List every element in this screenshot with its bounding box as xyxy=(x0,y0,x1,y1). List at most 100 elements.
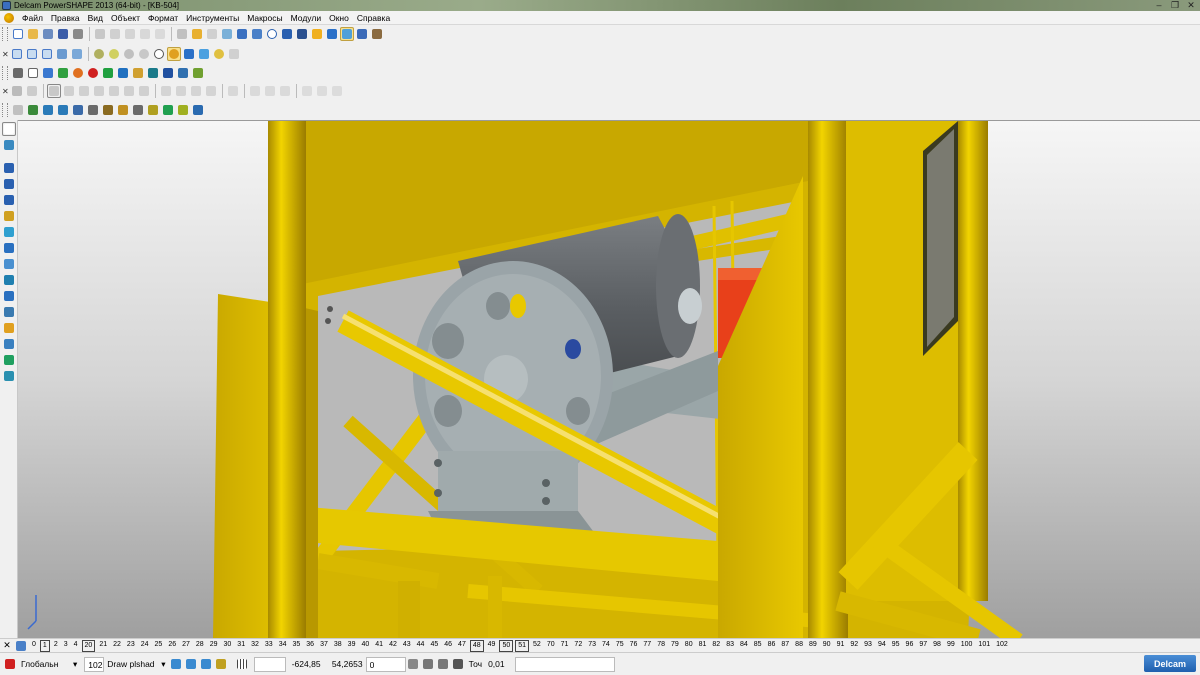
document-icon[interactable] xyxy=(26,66,40,80)
level-button[interactable]: 46 xyxy=(441,640,455,652)
level-button[interactable]: 24 xyxy=(138,640,152,652)
level-button[interactable]: 101 xyxy=(975,640,993,652)
level-button[interactable]: 76 xyxy=(627,640,641,652)
hand-icon[interactable] xyxy=(227,47,241,61)
level-name-select[interactable]: Draw plshad xyxy=(104,657,158,672)
solid-tool-icon[interactable] xyxy=(2,241,16,255)
paste-icon[interactable] xyxy=(123,27,137,41)
level-button[interactable]: 72 xyxy=(571,640,585,652)
toolbar-grip[interactable] xyxy=(2,103,8,117)
snap4-icon[interactable] xyxy=(214,657,228,671)
level-button[interactable]: 100 xyxy=(958,640,976,652)
assembly-icon[interactable] xyxy=(191,66,205,80)
level-button[interactable]: 45 xyxy=(427,640,441,652)
coord-z-field[interactable]: 0 xyxy=(365,656,406,672)
menu-macros[interactable]: Макросы xyxy=(243,13,286,23)
level-button[interactable]: 70 xyxy=(544,640,558,652)
level-button[interactable]: 34 xyxy=(276,640,290,652)
menu-object[interactable]: Объект xyxy=(107,13,144,23)
model-view[interactable] xyxy=(18,121,1200,638)
level-button[interactable]: 98 xyxy=(930,640,944,652)
select-arrow-icon[interactable] xyxy=(2,122,16,136)
solid-select-icon[interactable] xyxy=(11,103,25,117)
blue-solid-icon[interactable] xyxy=(41,66,55,80)
globe-icon[interactable] xyxy=(152,47,166,61)
surface-12-icon[interactable] xyxy=(226,84,240,98)
workplane-status-icon[interactable] xyxy=(3,657,17,671)
level-button[interactable]: 94 xyxy=(875,640,889,652)
surface-16-icon[interactable] xyxy=(300,84,314,98)
save-icon[interactable] xyxy=(56,27,70,41)
tolerance-field[interactable]: 0,01 xyxy=(485,657,511,672)
fill-icon[interactable] xyxy=(355,27,369,41)
dimension-tool-icon[interactable] xyxy=(2,273,16,287)
level-button[interactable]: 82 xyxy=(709,640,723,652)
menu-file[interactable]: Файл xyxy=(18,13,47,23)
surface-3-icon[interactable] xyxy=(77,84,91,98)
snap3-icon[interactable] xyxy=(199,657,213,671)
level-button[interactable]: 31 xyxy=(234,640,248,652)
mesh-tool-icon[interactable] xyxy=(2,257,16,271)
feature-tool-icon[interactable] xyxy=(2,289,16,303)
print-icon[interactable] xyxy=(71,27,85,41)
line-icon[interactable] xyxy=(2,161,16,175)
level-button[interactable]: 83 xyxy=(723,640,737,652)
surface-2-icon[interactable] xyxy=(62,84,76,98)
level-button[interactable]: 48 xyxy=(469,639,484,652)
level-button[interactable]: 21 xyxy=(96,640,110,652)
surface-7-icon[interactable] xyxy=(137,84,151,98)
surface-8-icon[interactable] xyxy=(159,84,173,98)
level-button[interactable]: 50 xyxy=(499,639,514,652)
pointer-icon[interactable] xyxy=(235,27,249,41)
curve-icon[interactable] xyxy=(280,27,294,41)
cut-icon[interactable] xyxy=(93,27,107,41)
solid-5-icon[interactable] xyxy=(101,103,115,117)
menu-view[interactable]: Вид xyxy=(84,13,107,23)
menu-help[interactable]: Справка xyxy=(353,13,394,23)
level-button[interactable]: 39 xyxy=(345,640,359,652)
surface-15-icon[interactable] xyxy=(278,84,292,98)
close-icon[interactable]: ✕ xyxy=(1184,0,1198,10)
shaded-icon[interactable] xyxy=(325,27,339,41)
restore-icon[interactable]: ❐ xyxy=(1168,0,1182,10)
model-icon[interactable] xyxy=(176,66,190,80)
level-button[interactable]: 32 xyxy=(248,640,262,652)
level-button[interactable]: 80 xyxy=(682,640,696,652)
toolbar-close-icon[interactable]: ✕ xyxy=(2,50,10,59)
level-button[interactable]: 95 xyxy=(889,640,903,652)
view-iso1-icon[interactable] xyxy=(10,47,24,61)
level-button[interactable]: 75 xyxy=(613,640,627,652)
surface-flag-icon[interactable] xyxy=(25,84,39,98)
level-button[interactable]: 33 xyxy=(262,640,276,652)
delete-icon[interactable] xyxy=(153,27,167,41)
level-button[interactable]: 52 xyxy=(530,640,544,652)
level-number-field[interactable]: 102 xyxy=(84,656,105,672)
level-button[interactable]: 26 xyxy=(165,640,179,652)
toolbar-grip[interactable] xyxy=(2,66,8,80)
surface-14-icon[interactable] xyxy=(263,84,277,98)
level-button[interactable]: 84 xyxy=(737,640,751,652)
level-button[interactable]: 22 xyxy=(110,640,124,652)
assembly-tool-icon[interactable] xyxy=(2,305,16,319)
green-solid-icon[interactable] xyxy=(56,66,70,80)
menu-modules[interactable]: Модули xyxy=(287,13,325,23)
level-button[interactable]: 91 xyxy=(834,640,848,652)
info-icon[interactable] xyxy=(161,66,175,80)
rotate-icon[interactable] xyxy=(250,27,264,41)
workplane-icon[interactable] xyxy=(2,138,16,152)
level-button[interactable]: 49 xyxy=(485,640,499,652)
level-button[interactable]: 96 xyxy=(903,640,917,652)
level-button[interactable]: 86 xyxy=(765,640,779,652)
surface-18-icon[interactable] xyxy=(330,84,344,98)
surface-tool-icon[interactable] xyxy=(2,225,16,239)
level-manager-icon[interactable] xyxy=(14,639,28,652)
level-button[interactable]: 51 xyxy=(515,639,530,652)
level-button[interactable]: 81 xyxy=(696,640,710,652)
level-button[interactable]: 36 xyxy=(303,640,317,652)
link-icon[interactable] xyxy=(295,27,309,41)
surface-active-icon[interactable] xyxy=(47,84,61,98)
level-button[interactable]: 77 xyxy=(640,640,654,652)
toolbar-grip[interactable] xyxy=(2,27,8,41)
level-button[interactable]: 71 xyxy=(558,640,572,652)
surface-5-icon[interactable] xyxy=(107,84,121,98)
